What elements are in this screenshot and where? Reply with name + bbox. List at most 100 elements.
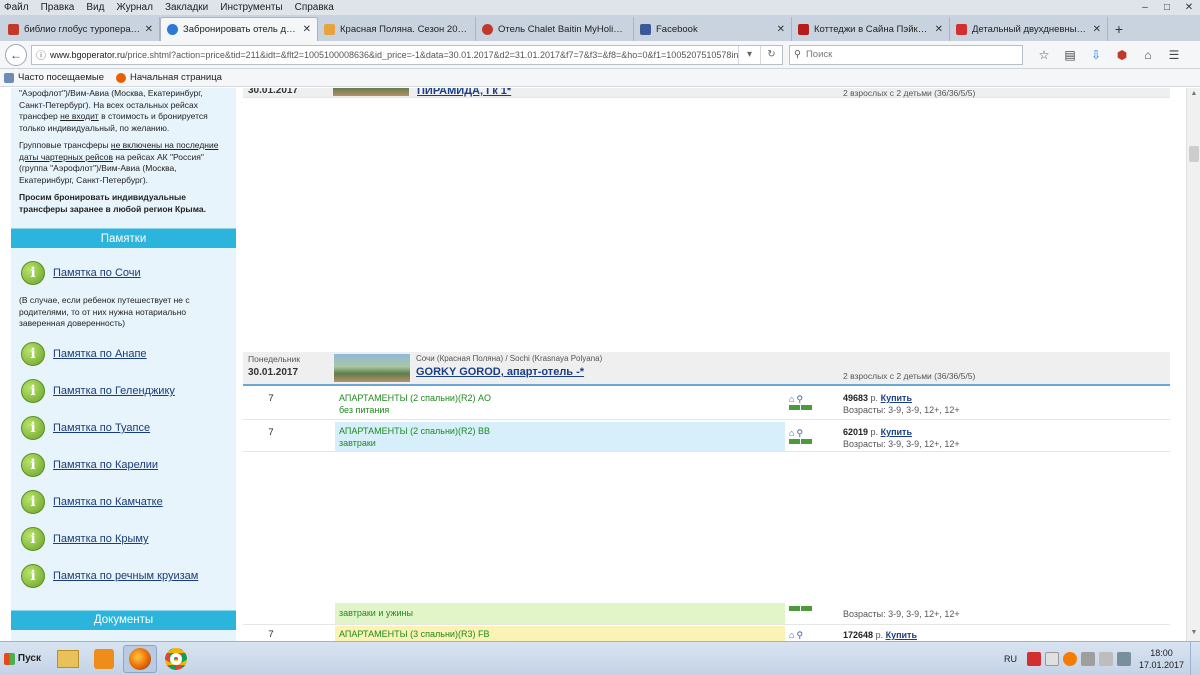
tab-bar: библио глобус туроператор... ✕ Заброниров…	[0, 15, 1200, 41]
memo-item: i Памятка по речным круизам	[11, 558, 236, 595]
favicon-icon	[798, 23, 809, 35]
firefox-icon	[116, 72, 127, 83]
close-tab-icon[interactable]: ✕	[777, 24, 785, 35]
memo-link[interactable]: Памятка по Геленджику	[53, 385, 175, 397]
memo-link[interactable]: Памятка по Анапе	[53, 348, 147, 360]
memo-link[interactable]: Памятка по речным круизам	[53, 570, 198, 582]
reload-icon[interactable]: ↻	[760, 45, 782, 64]
menu-edit[interactable]: Правка	[41, 2, 75, 13]
tab-4[interactable]: Отель Chalet Baitin MyHolida...	[476, 17, 634, 41]
tab-3[interactable]: Красная Поляна. Сезон 201...	[318, 17, 476, 41]
clock[interactable]: 18:00 17.01.2017	[1139, 647, 1184, 671]
chrome-icon[interactable]	[159, 645, 193, 673]
new-tab-icon[interactable]: +	[1108, 17, 1130, 41]
buy-link[interactable]: Купить	[886, 630, 917, 640]
media-player-icon[interactable]	[87, 645, 121, 673]
flash-icon[interactable]	[1026, 652, 1041, 666]
maximize-icon[interactable]: □	[1156, 0, 1178, 15]
bookmarks-bar: Часто посещаемые Начальная страница	[0, 69, 1200, 87]
bookmark-most-visited[interactable]: Часто посещаемые	[4, 72, 104, 83]
menu-tools[interactable]: Инструменты	[220, 2, 282, 13]
guests-label: 2 взрослых с 2 детьми (36/36/5/5)	[843, 371, 976, 381]
back-arrow-icon[interactable]: ←	[5, 43, 27, 66]
tab-title: Отель Chalet Baitin MyHolida...	[498, 23, 627, 35]
info-icon[interactable]: ⓘ	[36, 47, 46, 62]
room-icons: ⌂ ⚲	[789, 630, 813, 640]
memo-link[interactable]: Памятка по Туапсе	[53, 422, 150, 434]
download-icon[interactable]: ⇩	[1083, 45, 1109, 65]
minimize-icon[interactable]: –	[1134, 0, 1156, 15]
memo-item: i Памятка по Анапе	[11, 336, 236, 373]
reading-list-icon[interactable]: ▤	[1057, 45, 1083, 65]
info-i-icon: i	[21, 416, 45, 440]
buy-link[interactable]: Купить	[881, 393, 912, 403]
language-indicator[interactable]: RU	[1004, 654, 1017, 664]
room-icons	[789, 605, 813, 611]
buy-link[interactable]: Купить	[881, 427, 912, 437]
memo-item: i Памятка по Сочи	[11, 254, 236, 291]
page-content: "Аэрофлот")/Вим-Авиа (Москва, Екатеринбу…	[0, 88, 1186, 641]
memo-item: i Памятка по Карелии	[11, 447, 236, 484]
scroll-thumb[interactable]	[1189, 146, 1199, 162]
url-path: /price.shtml?action=price&tid=211&idt=&f…	[125, 49, 738, 60]
price-cell: 62019 р. Купить Возрасты: 3-9, 3-9, 12+,…	[843, 426, 960, 450]
ages-label: Возрасты: 3-9, 3-9, 12+, 12+	[843, 405, 960, 415]
tab-6[interactable]: Коттеджи в Сайна Пэйксай... ✕	[792, 17, 950, 41]
url-domain: www.bgoperator.ru	[50, 49, 126, 60]
memo-link[interactable]: Памятка по Крыму	[53, 533, 149, 545]
vertical-scrollbar[interactable]: ▲ ▼	[1186, 88, 1200, 641]
dropdown-arrow-icon[interactable]: ▾	[738, 45, 760, 64]
tab-7[interactable]: Детальный двухдневный п... ✕	[950, 17, 1108, 41]
menu-file[interactable]: Файл	[4, 2, 29, 13]
scroll-up-icon[interactable]: ▲	[1187, 90, 1200, 100]
search-input[interactable]: ⚲ Поиск	[789, 44, 1023, 65]
ages-label: Возрасты: 3-9, 3-9, 12+, 12+	[843, 609, 960, 619]
hotel-photo[interactable]	[333, 88, 409, 96]
home-icon[interactable]: ⌂	[1135, 45, 1161, 65]
info-i-icon: i	[21, 379, 45, 403]
show-desktop-button[interactable]	[1190, 642, 1200, 675]
flag-icon[interactable]	[1044, 652, 1059, 666]
favicon-icon	[8, 23, 19, 35]
price-value: 172648	[843, 630, 874, 640]
sidebar: "Аэрофлот")/Вим-Авиа (Москва, Екатеринбу…	[11, 88, 236, 641]
close-tab-icon[interactable]: ✕	[303, 24, 311, 35]
room-type: АПАРТАМЕНТЫ (2 спальни)(R2) AO	[339, 393, 491, 403]
tab-2-active[interactable]: Забронировать отель для о... ✕	[160, 17, 318, 41]
memo-link[interactable]: Памятка по Карелии	[53, 459, 158, 471]
hotel-location: Сочи (Красная Поляна) / Sochi (Krasnaya …	[416, 354, 603, 363]
pin-icon: ⚲	[796, 428, 804, 438]
file-explorer-icon[interactable]	[51, 645, 85, 673]
menu-view[interactable]: Вид	[86, 2, 104, 13]
tab-1[interactable]: библио глобус туроператор... ✕	[2, 17, 160, 41]
memo-link[interactable]: Памятка по Камчатке	[53, 496, 163, 508]
adblock-icon[interactable]: ⬢	[1109, 45, 1135, 65]
close-tab-icon[interactable]: ✕	[935, 24, 943, 35]
url-bar[interactable]: ⓘ www.bgoperator.ru/price.shtml?action=p…	[31, 44, 783, 65]
bookmark-star-icon[interactable]: ☆	[1031, 45, 1057, 65]
network-icon[interactable]	[1080, 652, 1095, 666]
hotel-photo[interactable]	[334, 354, 410, 382]
battery-icon[interactable]	[1098, 652, 1113, 666]
close-window-icon[interactable]: ✕	[1178, 0, 1200, 15]
avast-icon[interactable]	[1062, 652, 1077, 666]
menu-hamburger-icon[interactable]: ☰	[1161, 45, 1187, 65]
volume-icon[interactable]	[1116, 652, 1131, 666]
hotel-name-link[interactable]: ПИРАМИДА, I к 1*	[417, 88, 511, 97]
menu-help[interactable]: Справка	[295, 2, 334, 13]
menu-history[interactable]: Журнал	[116, 2, 153, 13]
firefox-taskbar-icon[interactable]	[123, 644, 157, 673]
offer-row: 7 АПАРТАМЕНТЫ (3 спальни)(R3) FB ⌂ ⚲ 1726…	[243, 626, 1170, 641]
close-tab-icon[interactable]: ✕	[145, 24, 153, 35]
menu-bookmarks[interactable]: Закладки	[165, 2, 208, 13]
nights-count: 7	[268, 629, 274, 640]
start-button[interactable]: Пуск	[1, 646, 41, 672]
scroll-down-icon[interactable]: ▼	[1187, 629, 1200, 639]
hotel-name-link[interactable]: GORKY GOROD, апарт-отель -*	[416, 366, 584, 378]
documents-header: Документы	[11, 609, 236, 630]
memo-link[interactable]: Памятка по Сочи	[53, 267, 141, 279]
tab-5[interactable]: Facebook ✕	[634, 17, 792, 41]
close-tab-icon[interactable]: ✕	[1093, 24, 1101, 35]
bookmark-start-page[interactable]: Начальная страница	[116, 72, 222, 83]
availability-bar	[801, 606, 812, 611]
